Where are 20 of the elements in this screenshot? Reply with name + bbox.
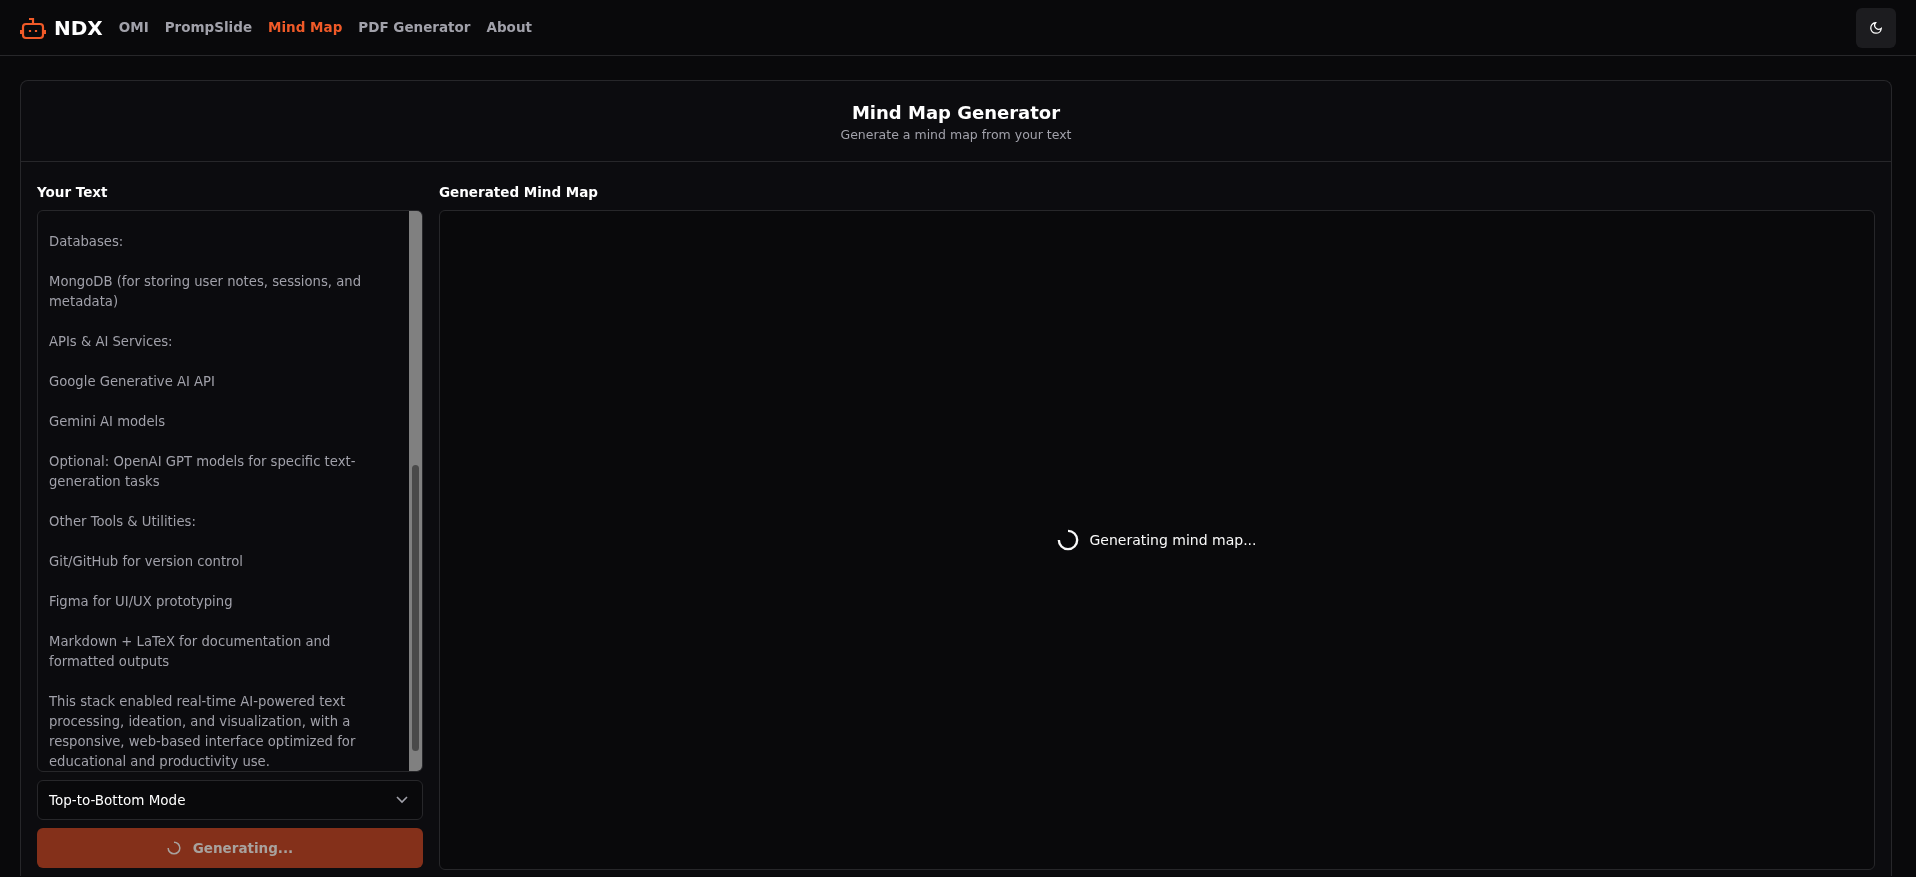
text-label: Your Text bbox=[37, 182, 109, 202]
brand-name[interactable]: NDX bbox=[54, 12, 103, 43]
text-input-field[interactable]: Databases: MongoDB (for storing user notes, sessions, and metadata) APIs & AI Services: Google Generative AI API Gemini AI models Optional: OpenAI GPT models for specific text-generation tasks Other Tools & Utilities: Git/GitHub for version control Figma for UI/UX prototyping Markdown + LaTeX for documentation and formatted outputs This stack enabled real-time AI-powered text processing, ideation, and visualization, with a responsive, web-based interface optimized for educational and productivity use. bbox=[37, 210, 423, 772]
nav-link[interactable]: PDF Generator bbox=[358, 17, 471, 38]
chevron-down-icon bbox=[396, 796, 408, 804]
robot-logo-icon bbox=[20, 15, 46, 40]
nav-link[interactable]: About bbox=[486, 17, 532, 38]
nav-link[interactable]: OMI bbox=[118, 17, 149, 38]
mind-map-label: Generated Mind Map bbox=[439, 182, 599, 202]
nav-link[interactable]: Mind Map bbox=[268, 17, 343, 38]
loading-status: Generating mind map... bbox=[1089, 530, 1257, 550]
page-title: Mind Map Generator bbox=[850, 101, 1062, 125]
theme-toggle-button[interactable] bbox=[1856, 7, 1896, 48]
moon-icon bbox=[1869, 20, 1883, 35]
page-subtitle: Generate a mind map from your text bbox=[839, 126, 1073, 144]
spinner-icon bbox=[166, 841, 181, 855]
mode-select[interactable]: Top-to-Bottom Mode bbox=[37, 780, 423, 820]
nav-link[interactable]: PrompSlide bbox=[164, 17, 253, 38]
spinner-icon bbox=[1057, 529, 1080, 551]
scrollbar[interactable] bbox=[409, 211, 422, 771]
